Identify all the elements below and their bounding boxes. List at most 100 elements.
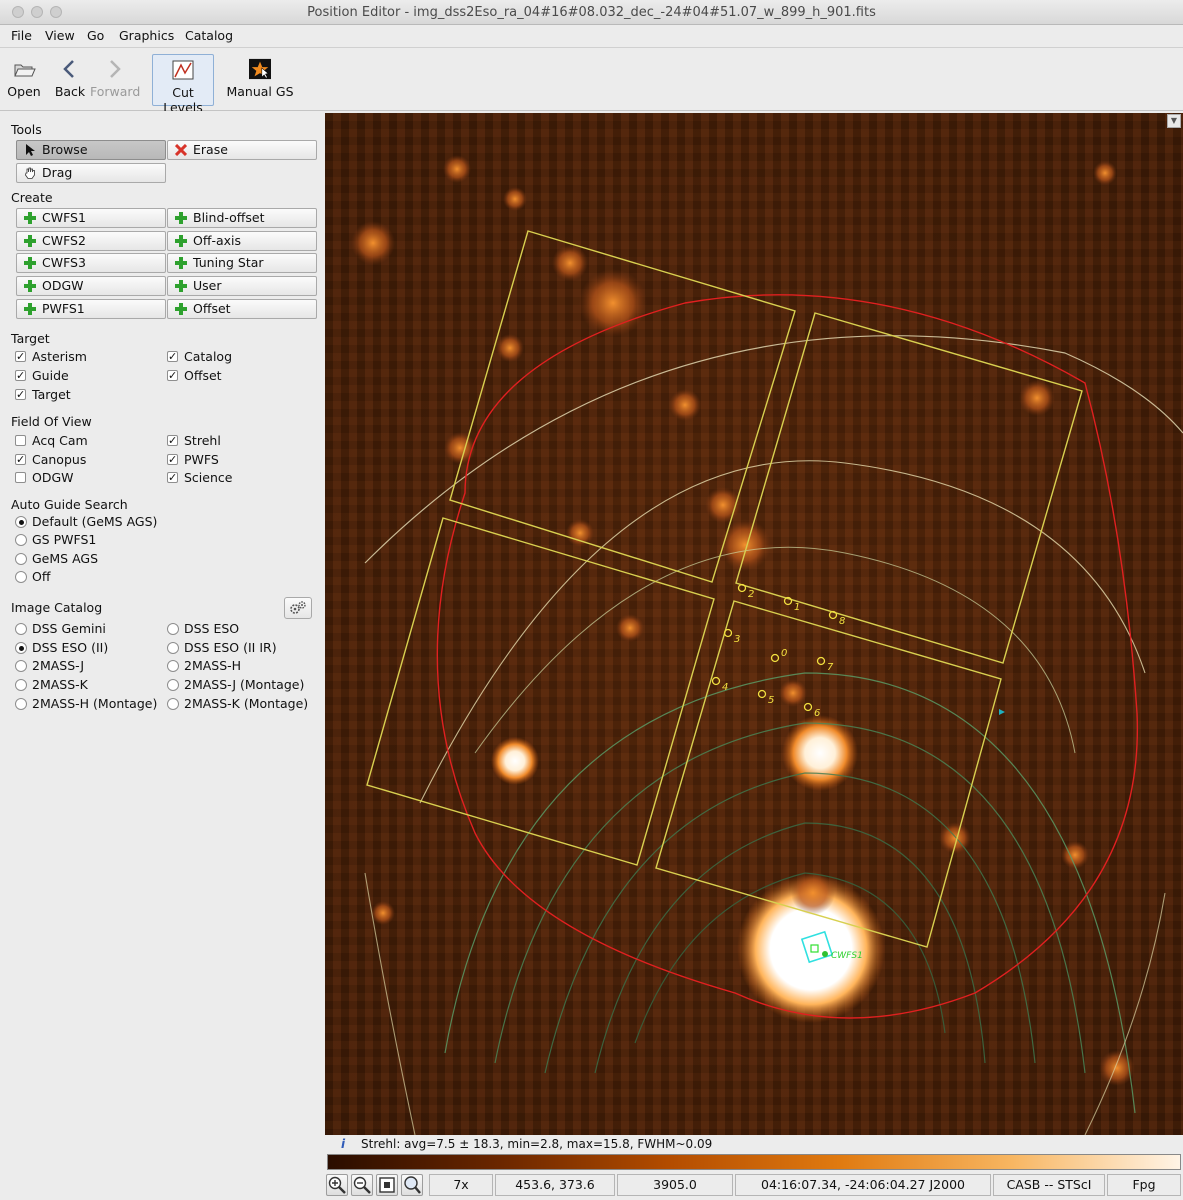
create-tuning-star-button[interactable]: Tuning Star	[167, 253, 317, 273]
forward-label: Forward	[90, 84, 141, 99]
zoom-level-readout: 7x	[429, 1174, 493, 1196]
ags-gems-label: GeMS AGS	[32, 551, 99, 566]
ags-off-radio[interactable]: Off	[11, 569, 50, 585]
erase-button[interactable]: Erase	[167, 140, 317, 160]
browse-button[interactable]: Browse	[16, 140, 166, 160]
checkbox-box	[15, 435, 26, 446]
cwfs1-label: CWFS1	[831, 951, 863, 961]
faint-source	[371, 901, 395, 925]
cut-levels-button[interactable]: Cut Levels	[152, 54, 214, 115]
ags-default-label: Default (GeMS AGS)	[32, 514, 158, 529]
format-readout: Fpg	[1107, 1174, 1181, 1196]
catalog-2mass-k-montage-radio[interactable]: 2MASS-K (Montage)	[163, 696, 308, 712]
catalog-settings-button[interactable]	[284, 597, 312, 619]
canopus-label: Canopus	[32, 452, 87, 467]
drag-button[interactable]: Drag	[16, 163, 166, 183]
back-button[interactable]: Back	[52, 54, 88, 106]
catalog-2mass-j-montage-radio[interactable]: 2MASS-J (Montage)	[163, 677, 304, 693]
menu-go[interactable]: Go	[87, 28, 104, 43]
fov-canopus-checkbox[interactable]: Canopus	[11, 452, 86, 468]
fov-strehl-checkbox[interactable]: Strehl	[163, 433, 221, 449]
radio-dot	[15, 516, 27, 528]
fov-science-checkbox[interactable]: Science	[163, 470, 232, 486]
create-cwfs1-button[interactable]: CWFS1	[16, 208, 166, 228]
faint-source	[552, 245, 588, 281]
ags-gs-pwfs1-radio[interactable]: GS PWFS1	[11, 532, 96, 548]
menu-view[interactable]: View	[45, 28, 75, 43]
create-odgw-button[interactable]: ODGW	[16, 276, 166, 296]
zoom-in-button[interactable]	[326, 1174, 348, 1196]
cwfs1-star-dot[interactable]	[822, 951, 828, 957]
radio-dot	[167, 679, 179, 691]
create-blind-offset-button[interactable]: Blind-offset	[167, 208, 317, 228]
offset-label: Offset	[184, 368, 222, 383]
image-canvas[interactable]: 0 1 2 3 4 5 6 7 8 CWFS1	[325, 113, 1183, 1135]
create-cwfs2-label: CWFS2	[42, 233, 86, 248]
radio-dot	[15, 534, 27, 546]
create-cwfs2-button[interactable]: CWFS2	[16, 231, 166, 251]
target-heading: Target	[11, 331, 50, 346]
catalog-2mass-h-radio[interactable]: 2MASS-H	[163, 658, 241, 674]
ags-default-radio[interactable]: Default (GeMS AGS)	[11, 514, 157, 530]
manual-gs-button[interactable]: Manual GS	[226, 54, 294, 106]
sky-image[interactable]: 0 1 2 3 4 5 6 7 8 CWFS1	[325, 113, 1183, 1135]
radio-dot	[15, 623, 27, 635]
2mass-j-montage-label: 2MASS-J (Montage)	[184, 677, 305, 692]
catalog-2mass-k-radio[interactable]: 2MASS-K	[11, 677, 88, 693]
open-button[interactable]: Open	[6, 54, 42, 106]
2mass-h-montage-label: 2MASS-H (Montage)	[32, 696, 158, 711]
zoom-actual-button[interactable]	[401, 1174, 423, 1196]
forward-button[interactable]: Forward	[90, 54, 141, 106]
faint-source	[1093, 161, 1117, 185]
catalog-2mass-h-montage-radio[interactable]: 2MASS-H (Montage)	[11, 696, 157, 712]
add-icon	[24, 235, 36, 247]
create-off-axis-button[interactable]: Off-axis	[167, 231, 317, 251]
pixel-value-readout: 3905.0	[617, 1174, 733, 1196]
target-asterism-checkbox[interactable]: Asterism	[11, 349, 87, 365]
target-offset-checkbox[interactable]: Offset	[163, 368, 222, 384]
add-icon	[24, 212, 36, 224]
radio-dot	[167, 642, 179, 654]
ags-gems-radio[interactable]: GeMS AGS	[11, 551, 98, 567]
create-heading: Create	[11, 190, 53, 205]
create-offset-button[interactable]: Offset	[167, 299, 317, 319]
candidate-label: 1	[794, 602, 800, 613]
zoom-out-button[interactable]	[351, 1174, 373, 1196]
create-pwfs1-label: PWFS1	[42, 301, 85, 316]
candidate-label: 3	[734, 634, 740, 645]
create-cwfs3-button[interactable]: CWFS3	[16, 253, 166, 273]
menu-file[interactable]: File	[11, 28, 32, 43]
candidate-label: 8	[839, 616, 845, 627]
create-pwfs1-button[interactable]: PWFS1	[16, 299, 166, 319]
faint-source	[616, 614, 644, 642]
fov-odgw-checkbox[interactable]: ODGW	[11, 470, 74, 486]
target-guide-checkbox[interactable]: Guide	[11, 368, 69, 384]
faint-source	[496, 334, 524, 362]
target-target-checkbox[interactable]: Target	[11, 387, 71, 403]
radio-dot	[167, 698, 179, 710]
target-label: Target	[32, 387, 71, 402]
menu-graphics[interactable]: Graphics	[119, 28, 174, 43]
fov-acq-cam-checkbox[interactable]: Acq Cam	[11, 433, 88, 449]
title-bar: Position Editor - img_dss2Eso_ra_04#16#0…	[0, 0, 1183, 25]
chevron-down-icon: ▼	[1170, 116, 1178, 125]
menu-catalog[interactable]: Catalog	[185, 28, 233, 43]
fit-to-window-icon	[379, 1177, 395, 1193]
radio-dot	[15, 642, 27, 654]
dss-gemini-label: DSS Gemini	[32, 621, 106, 636]
back-label: Back	[54, 84, 86, 99]
catalog-dss-gemini-radio[interactable]: DSS Gemini	[11, 621, 106, 637]
colormap-bar[interactable]	[327, 1154, 1181, 1170]
faint-source	[443, 155, 471, 183]
catalog-dss-eso-ii-ir-radio[interactable]: DSS ESO (II IR)	[163, 640, 277, 656]
catalog-2mass-j-radio[interactable]: 2MASS-J	[11, 658, 84, 674]
fov-pwfs-checkbox[interactable]: PWFS	[163, 452, 219, 468]
zoom-fit-button[interactable]	[376, 1174, 398, 1196]
target-catalog-checkbox[interactable]: Catalog	[163, 349, 232, 365]
catalog-dss-eso-radio[interactable]: DSS ESO	[163, 621, 239, 637]
image-menu-button[interactable]: ▼	[1167, 114, 1181, 128]
radio-dot	[167, 623, 179, 635]
radio-dot	[167, 660, 179, 672]
create-user-button[interactable]: User	[167, 276, 317, 296]
catalog-dss-eso-ii-radio[interactable]: DSS ESO (II)	[11, 640, 108, 656]
